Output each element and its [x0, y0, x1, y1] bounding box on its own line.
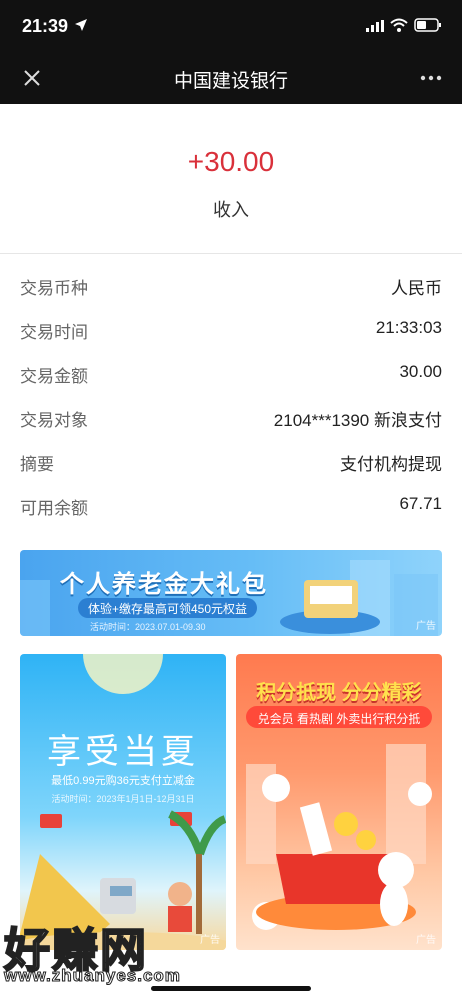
wifi-icon — [390, 18, 408, 32]
detail-row-amount: 交易金额 30.00 — [20, 350, 442, 394]
cellular-signal-icon — [366, 20, 384, 32]
detail-label: 摘要 — [20, 455, 54, 474]
pension-ad-banner[interactable]: 个人养老金大礼包 体验+缴存最高可领450元权益 活动时间：2023.07.01… — [20, 550, 442, 636]
summer-ad-card[interactable]: 享受当夏 最低0.99元购36元支付立减金 活动时间：2023年1月1日-12月… — [20, 654, 226, 950]
detail-value: 21:33:03 — [375, 318, 442, 337]
banner-date: 活动时间：2023.07.01-09.30 — [90, 622, 206, 632]
location-arrow-icon — [75, 19, 87, 31]
ad-tag: 广告 — [416, 621, 436, 632]
status-bar: 21:39 — [0, 0, 462, 52]
card-subtitle: 最低0.99元购36元支付立减金 — [51, 775, 195, 787]
detail-value: 67.71 — [399, 494, 442, 513]
card-title: 享受当夏 — [47, 733, 199, 771]
detail-label: 交易对象 — [20, 411, 88, 430]
card-date: 活动时间：2023年1月1日-12月31日 — [51, 794, 195, 804]
detail-row-counterparty: 交易对象 2104***1390 新浪支付 — [20, 394, 442, 438]
transaction-amount: +30.00 — [187, 146, 275, 177]
detail-label: 交易时间 — [20, 323, 88, 342]
transaction-type: 收入 — [213, 200, 249, 220]
transaction-details: 交易币种 人民币 交易时间 21:33:03 交易金额 30.00 交易对象 2… — [0, 254, 462, 534]
detail-label: 交易金额 — [20, 367, 88, 386]
transaction-summary: +30.00 收入 — [0, 104, 462, 254]
status-time: 21:39 — [22, 16, 69, 36]
banner-title: 个人养老金大礼包 — [60, 571, 268, 598]
detail-row-balance: 可用余额 67.71 — [20, 482, 442, 526]
nav-bar: 中国建设银行 — [0, 52, 462, 104]
detail-row-summary: 摘要 支付机构提现 — [20, 438, 442, 482]
home-indicator[interactable] — [151, 986, 311, 991]
detail-value: 支付机构提现 — [340, 455, 442, 474]
detail-value: 30.00 — [399, 362, 442, 381]
more-options-icon[interactable] — [418, 66, 444, 90]
detail-row-time: 交易时间 21:33:03 — [20, 306, 442, 350]
detail-label: 可用余额 — [20, 499, 88, 518]
points-ad-card[interactable]: 积分抵现 分分精彩 兑会员 看热剧 外卖出行积分抵 广告 — [236, 654, 442, 950]
watermark-url: www.zhuanyes.com — [4, 966, 181, 986]
page-title: 中国建设银行 — [173, 71, 288, 92]
banner-subtitle: 体验+缴存最高可领450元权益 — [78, 598, 258, 618]
detail-label: 交易币种 — [20, 279, 88, 298]
battery-icon — [414, 18, 441, 32]
ad-tag: 广告 — [416, 935, 436, 946]
detail-value: 2104***1390 新浪支付 — [273, 411, 442, 430]
site-watermark: 好赚网 www.zhuanyes.com — [3, 914, 204, 994]
detail-value: 人民币 — [391, 279, 442, 298]
card-subtitle: 兑会员 看热剧 外卖出行积分抵 — [246, 706, 432, 728]
card-title: 积分抵现 分分精彩 — [256, 682, 422, 704]
detail-row-currency: 交易币种 人民币 — [20, 262, 442, 306]
